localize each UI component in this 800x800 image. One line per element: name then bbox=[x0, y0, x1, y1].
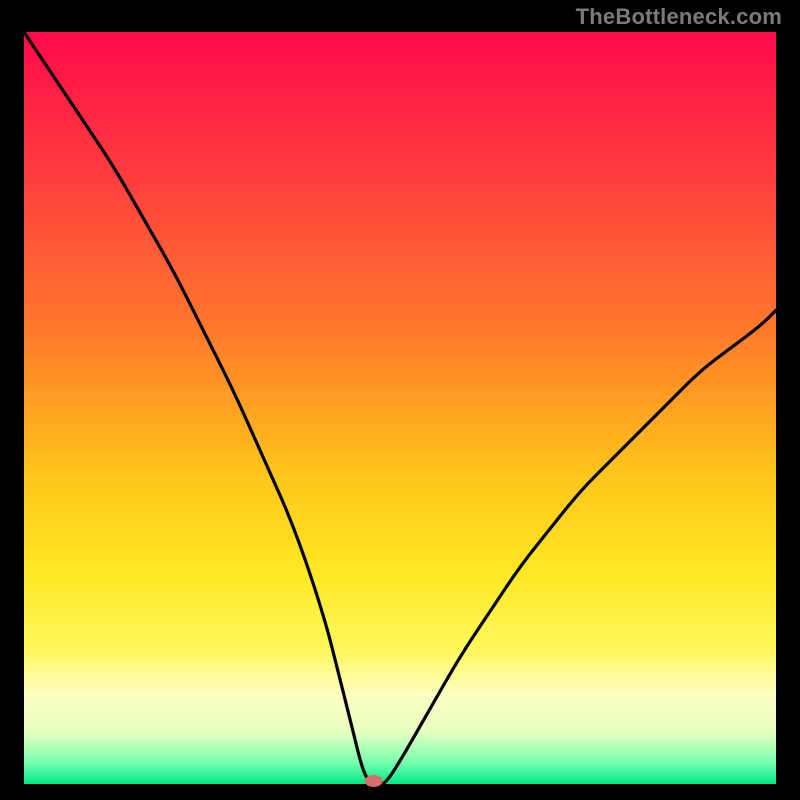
curve-min-marker bbox=[365, 775, 383, 787]
bottleneck-chart bbox=[0, 0, 800, 800]
watermark-text: TheBottleneck.com bbox=[576, 4, 782, 30]
